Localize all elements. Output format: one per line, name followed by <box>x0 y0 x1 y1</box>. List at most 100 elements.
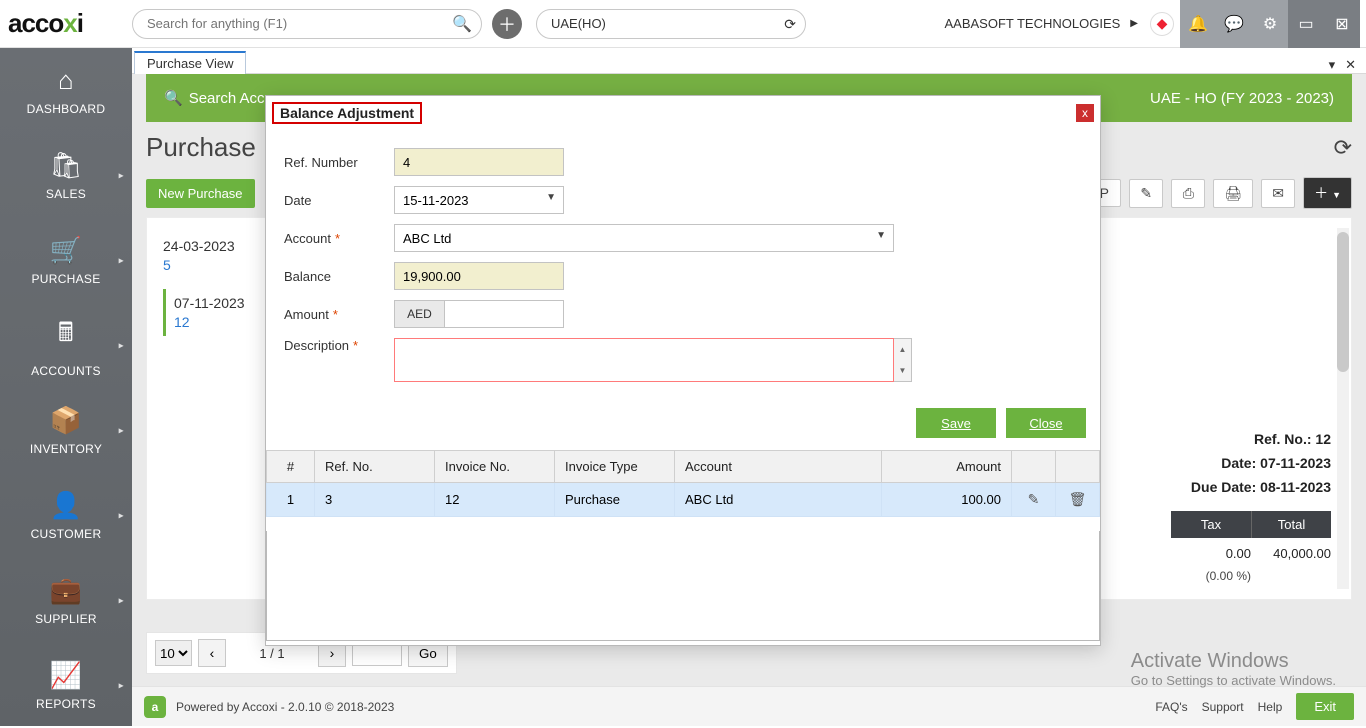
label-balance: Balance <box>284 269 394 284</box>
preview-scrollbar[interactable] <box>1337 228 1349 589</box>
account-wrapper: ▼ <box>394 224 894 252</box>
chart-icon: 📈 <box>50 660 83 691</box>
modal-actions: Save Close <box>266 402 1100 450</box>
up-icon[interactable]: ▲ <box>894 339 911 360</box>
down-icon[interactable]: ▼ <box>894 360 911 381</box>
row-edit-icon[interactable]: ✎ <box>1028 491 1040 507</box>
chevron-down-icon[interactable]: ▼ <box>876 230 886 241</box>
ref-value: 12 <box>1315 431 1331 447</box>
faq-link[interactable]: FAQ's <box>1155 700 1187 714</box>
refresh-icon[interactable]: ⟳ <box>1334 135 1352 161</box>
global-search-input[interactable] <box>132 9 482 39</box>
person-icon: 👤 <box>50 490 83 521</box>
preview-action-bar: P ✎ ⎙ 🖨 ✉ ＋▼ <box>1087 177 1352 209</box>
ref-label: Ref. No.: <box>1254 431 1312 447</box>
nav-label: INVENTORY <box>30 442 102 456</box>
nav-supplier[interactable]: 💼SUPPLIER▸ <box>0 558 132 643</box>
row-amount: Amount* AED <box>284 300 1082 328</box>
pdf-icon[interactable]: ⎙ <box>1171 179 1205 208</box>
tab-purchase-view[interactable]: Purchase View <box>134 51 246 74</box>
grid-row[interactable]: 1 3 12 Purchase ABC Ltd 100.00 ✎ 🗑 <box>267 483 1100 517</box>
caret-icon: ▸ <box>119 595 124 606</box>
date-value: 07-11-2023 <box>1260 455 1331 471</box>
mail-icon[interactable]: ✉ <box>1261 179 1295 208</box>
label-date: Date <box>284 193 394 208</box>
logo-part-x: x <box>63 8 76 38</box>
org-input[interactable] <box>536 9 806 39</box>
required-mark: * <box>353 338 358 353</box>
gear-icon[interactable]: ⚙ <box>1252 0 1288 48</box>
edit-icon[interactable]: ✎ <box>1129 179 1163 208</box>
help-link[interactable]: Help <box>1258 700 1283 714</box>
due-label: Due Date: <box>1191 479 1256 495</box>
search-icon[interactable]: 🔍 <box>452 14 472 34</box>
exit-button[interactable]: Exit <box>1296 693 1354 720</box>
nav-dashboard[interactable]: ⌂DASHBOARD <box>0 48 132 133</box>
nav-accounts[interactable]: 🖩ACCOUNTS▸ <box>0 303 132 388</box>
row-date: Date ▼ <box>284 186 1082 214</box>
nav-customer[interactable]: 👤CUSTOMER▸ <box>0 473 132 558</box>
head-total: Total <box>1251 511 1331 538</box>
date-input[interactable] <box>394 186 564 214</box>
chevron-down-icon[interactable]: ▼ <box>546 192 556 203</box>
toolbar-search[interactable]: 🔍 Search Acco <box>164 89 273 107</box>
label-description: Description* <box>284 338 394 353</box>
inventory-icon: 📦 <box>50 405 83 436</box>
new-purchase-button[interactable]: New Purchase <box>146 179 255 208</box>
company-caret-icon[interactable]: ▶ <box>1130 18 1138 29</box>
description-textarea[interactable] <box>394 338 894 382</box>
modal-close-icon[interactable]: x <box>1076 104 1094 122</box>
alert-badge-icon[interactable]: ◆ <box>1150 12 1174 36</box>
logo: accoxi <box>0 8 132 39</box>
head-tax: Tax <box>1171 511 1251 538</box>
brand-mark-icon: a <box>144 696 166 718</box>
col-account: Account <box>675 451 882 483</box>
caret-icon: ▼ <box>1332 190 1341 200</box>
nav-reports[interactable]: 📈REPORTS▸ <box>0 643 132 728</box>
row-delete-icon[interactable]: 🗑 <box>1069 491 1087 507</box>
required-mark: * <box>333 307 338 322</box>
scroll-thumb[interactable] <box>1337 232 1349 372</box>
nav-purchase[interactable]: 🛒PURCHASE▸ <box>0 218 132 303</box>
more-button[interactable]: ＋▼ <box>1303 177 1352 209</box>
col-num: # <box>267 451 315 483</box>
add-button[interactable]: ＋ <box>492 9 522 39</box>
support-link[interactable]: Support <box>1202 700 1244 714</box>
minimize-icon[interactable]: ▭ <box>1288 0 1324 48</box>
amount-input[interactable] <box>444 300 564 328</box>
caret-icon: ▸ <box>119 510 124 521</box>
label-refnumber: Ref. Number <box>284 155 394 170</box>
prev-page-button[interactable]: ‹ <box>198 639 226 667</box>
caret-icon: ▸ <box>119 340 124 351</box>
ref-number-input <box>394 148 564 176</box>
print-icon[interactable]: 🖨 <box>1213 179 1253 208</box>
company-name[interactable]: AABASOFT TECHNOLOGIES <box>945 16 1121 31</box>
close-button[interactable]: Close <box>1006 408 1086 438</box>
tab-dock-icon[interactable]: ▾ <box>1329 57 1336 73</box>
statusbar: a Powered by Accoxi - 2.0.10 © 2018-2023… <box>132 686 1366 726</box>
system-tray: 🔔 💬 ⚙ ▭ ⊠ <box>1180 0 1360 48</box>
col-refno: Ref. No. <box>315 451 435 483</box>
page-size-select[interactable]: 10 <box>155 640 192 666</box>
home-icon: ⌂ <box>58 65 74 96</box>
caret-icon: ▸ <box>119 255 124 266</box>
nav-sales[interactable]: 🛍SALES▸ <box>0 133 132 218</box>
search-icon: 🔍 <box>164 89 183 107</box>
powered-by-label: Powered by Accoxi - 2.0.10 © 2018-2023 <box>176 700 394 714</box>
account-select[interactable] <box>394 224 894 252</box>
watermark-line1: Activate Windows <box>1131 650 1336 673</box>
row-description: Description* ▲ ▼ <box>284 338 1082 382</box>
bag-icon: 🛍 <box>49 150 82 181</box>
tab-close-icon[interactable]: ✕ <box>1345 57 1356 73</box>
save-button[interactable]: Save <box>916 408 996 438</box>
col-delete <box>1056 451 1100 483</box>
caret-icon: ▸ <box>119 170 124 181</box>
sync-icon[interactable]: ⟳ <box>784 16 796 33</box>
bell-icon[interactable]: 🔔 <box>1180 0 1216 48</box>
cell-num: 1 <box>267 483 315 517</box>
chat-icon[interactable]: 💬 <box>1216 0 1252 48</box>
date-wrapper: ▼ <box>394 186 564 214</box>
grid-header-row: # Ref. No. Invoice No. Invoice Type Acco… <box>267 451 1100 483</box>
nav-inventory[interactable]: 📦INVENTORY▸ <box>0 388 132 473</box>
close-icon[interactable]: ⊠ <box>1324 0 1360 48</box>
